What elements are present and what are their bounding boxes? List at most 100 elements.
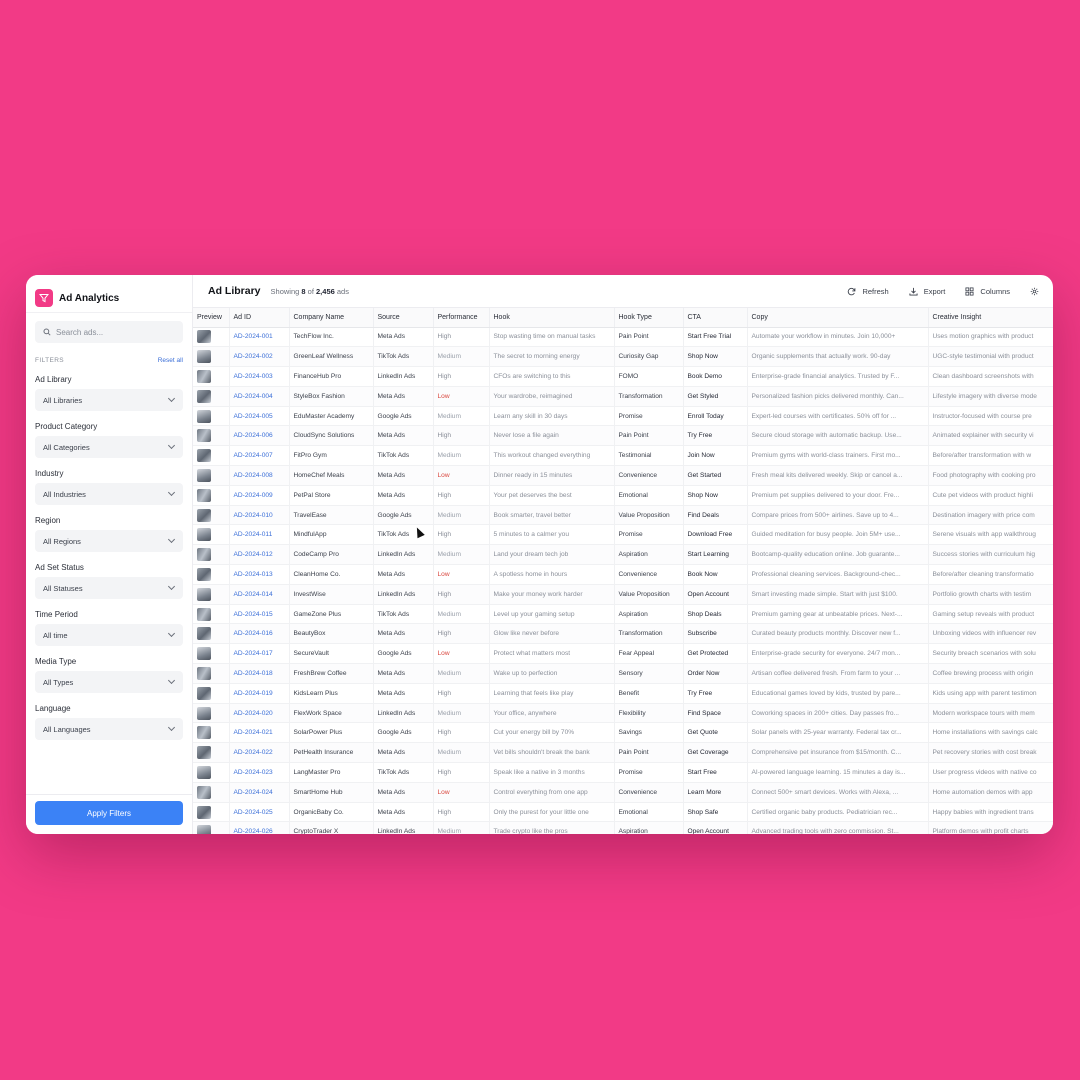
- ad-preview-thumbnail[interactable]: [197, 805, 211, 819]
- ad-preview-thumbnail[interactable]: [197, 627, 211, 641]
- ad-id-link[interactable]: AD-2024-022: [229, 742, 290, 764]
- ad-id-link[interactable]: AD-2024-026: [229, 821, 290, 834]
- filter-select[interactable]: All Industries: [35, 483, 183, 505]
- ad-preview-thumbnail[interactable]: [197, 369, 211, 383]
- filter-select[interactable]: All Categories: [35, 436, 183, 458]
- ad-id-link[interactable]: AD-2024-010: [229, 505, 290, 526]
- search-box[interactable]: [35, 321, 183, 343]
- ad-id-link[interactable]: AD-2024-015: [229, 604, 290, 625]
- preview-cell[interactable]: [193, 782, 230, 803]
- settings-button[interactable]: [1030, 287, 1039, 296]
- ad-id-link[interactable]: AD-2024-006: [229, 425, 290, 447]
- table-row[interactable]: AD-2024-016 BeautyBox Meta Ads High Glow lik…: [193, 623, 1053, 645]
- table-row[interactable]: AD-2024-025 OrganicBaby Co. Meta Ads High On…: [193, 802, 1053, 823]
- ad-preview-thumbnail[interactable]: [197, 488, 211, 502]
- preview-cell[interactable]: [193, 346, 230, 368]
- ad-preview-thumbnail[interactable]: [197, 765, 211, 779]
- column-header[interactable]: Hook Type: [614, 308, 684, 328]
- ad-id-link[interactable]: AD-2024-002: [229, 346, 290, 368]
- reset-all-link[interactable]: Reset all: [158, 357, 183, 364]
- export-button[interactable]: Export: [909, 287, 945, 296]
- table-row[interactable]: AD-2024-012 CodeCamp Pro LinkedIn Ads Mediu…: [193, 544, 1053, 566]
- table-row[interactable]: AD-2024-008 HomeChef Meals Meta Ads Low Dinn…: [193, 465, 1053, 486]
- column-header[interactable]: Creative Insight: [928, 308, 1053, 328]
- table-row[interactable]: AD-2024-003 FinanceHub Pro LinkedIn Ads Hig…: [193, 366, 1053, 387]
- table-row[interactable]: AD-2024-022 PetHealth Insurance Meta Ads Me…: [193, 742, 1053, 764]
- ad-preview-thumbnail[interactable]: [197, 706, 211, 720]
- preview-cell[interactable]: [193, 703, 230, 724]
- column-header[interactable]: Hook: [489, 308, 615, 328]
- table-row[interactable]: AD-2024-011 MindfulApp TikTok Ads High 5 min…: [193, 524, 1053, 546]
- ad-id-link[interactable]: AD-2024-016: [229, 623, 290, 645]
- preview-cell[interactable]: [193, 485, 230, 506]
- ad-preview-thumbnail[interactable]: [197, 409, 211, 423]
- preview-cell[interactable]: [193, 604, 230, 625]
- table-row[interactable]: AD-2024-023 LangMaster Pro TikTok Ads High S…: [193, 762, 1053, 783]
- ad-preview-thumbnail[interactable]: [197, 567, 211, 581]
- table-row[interactable]: AD-2024-017 SecureVault Google Ads Low Prote…: [193, 643, 1053, 665]
- ad-id-link[interactable]: AD-2024-014: [229, 584, 290, 605]
- ad-preview-thumbnail[interactable]: [197, 449, 211, 463]
- table-row[interactable]: AD-2024-004 StyleBox Fashion Meta Ads Low Yo…: [193, 386, 1053, 407]
- refresh-button[interactable]: Refresh: [847, 287, 889, 296]
- ad-id-link[interactable]: AD-2024-004: [229, 386, 290, 407]
- table-row[interactable]: AD-2024-018 FreshBrew Coffee Meta Ads Mediu…: [193, 663, 1053, 684]
- column-header[interactable]: Performance: [433, 308, 490, 328]
- table-row[interactable]: AD-2024-010 TravelEase Google Ads Medium Boo…: [193, 505, 1053, 526]
- ad-preview-thumbnail[interactable]: [197, 825, 211, 834]
- filter-select[interactable]: All Regions: [35, 530, 183, 552]
- ad-preview-thumbnail[interactable]: [197, 686, 211, 700]
- table-row[interactable]: AD-2024-001 TechFlow Inc. Meta Ads High Stop…: [193, 327, 1053, 348]
- preview-cell[interactable]: [193, 722, 230, 744]
- preview-cell[interactable]: [193, 683, 230, 704]
- column-header[interactable]: Copy: [747, 308, 929, 328]
- ad-id-link[interactable]: AD-2024-012: [229, 544, 290, 566]
- preview-cell[interactable]: [193, 406, 230, 427]
- filter-select[interactable]: All Types: [35, 671, 183, 693]
- preview-cell[interactable]: [193, 425, 230, 447]
- ad-id-link[interactable]: AD-2024-009: [229, 485, 290, 506]
- filter-select[interactable]: All Languages: [35, 718, 183, 740]
- ad-preview-thumbnail[interactable]: [197, 726, 211, 740]
- filter-select[interactable]: All Libraries: [35, 389, 183, 411]
- ad-preview-thumbnail[interactable]: [197, 607, 211, 621]
- preview-cell[interactable]: [193, 584, 230, 605]
- ad-preview-thumbnail[interactable]: [197, 587, 211, 601]
- preview-cell[interactable]: [193, 663, 230, 684]
- columns-button[interactable]: Columns: [965, 287, 1010, 296]
- ad-id-link[interactable]: AD-2024-021: [229, 722, 290, 744]
- ad-id-link[interactable]: AD-2024-001: [229, 327, 290, 348]
- ad-preview-thumbnail[interactable]: [197, 389, 211, 403]
- ad-id-link[interactable]: AD-2024-008: [229, 465, 290, 486]
- table-row[interactable]: AD-2024-026 CryptoTrader X LinkedIn Ads Med…: [193, 821, 1053, 834]
- table-row[interactable]: AD-2024-005 EduMaster Academy Google Ads Me…: [193, 406, 1053, 427]
- table-row[interactable]: AD-2024-006 CloudSync Solutions Meta Ads Hi…: [193, 425, 1053, 447]
- ad-id-link[interactable]: AD-2024-025: [229, 802, 290, 823]
- ad-id-link[interactable]: AD-2024-013: [229, 564, 290, 585]
- preview-cell[interactable]: [193, 643, 230, 665]
- ad-id-link[interactable]: AD-2024-019: [229, 683, 290, 704]
- ad-id-link[interactable]: AD-2024-007: [229, 445, 290, 467]
- table-row[interactable]: AD-2024-015 GameZone Plus TikTok Ads Medium…: [193, 604, 1053, 625]
- preview-cell[interactable]: [193, 821, 230, 834]
- preview-cell[interactable]: [193, 327, 230, 348]
- table-row[interactable]: AD-2024-020 FlexWork Space LinkedIn Ads Med…: [193, 703, 1053, 724]
- ad-preview-thumbnail[interactable]: [197, 468, 211, 482]
- table-row[interactable]: AD-2024-002 GreenLeaf Wellness TikTok Ads M…: [193, 346, 1053, 368]
- ads-table-container[interactable]: Preview Ad ID Company Name Source Performanc…: [193, 308, 1053, 834]
- search-input[interactable]: [56, 327, 166, 337]
- column-header[interactable]: CTA: [683, 308, 748, 328]
- ad-id-link[interactable]: AD-2024-011: [229, 524, 290, 546]
- preview-cell[interactable]: [193, 505, 230, 526]
- column-header[interactable]: Preview: [193, 308, 230, 328]
- preview-cell[interactable]: [193, 386, 230, 407]
- table-row[interactable]: AD-2024-013 CleanHome Co. Meta Ads Low A spo…: [193, 564, 1053, 585]
- column-header[interactable]: Ad ID: [229, 308, 290, 328]
- ad-id-link[interactable]: AD-2024-005: [229, 406, 290, 427]
- preview-cell[interactable]: [193, 742, 230, 764]
- ad-id-link[interactable]: AD-2024-020: [229, 703, 290, 724]
- ad-preview-thumbnail[interactable]: [197, 350, 211, 364]
- table-row[interactable]: AD-2024-019 KidsLearn Plus Meta Ads High Lea…: [193, 683, 1053, 704]
- table-row[interactable]: AD-2024-007 FitPro Gym TikTok Ads Medium Thi…: [193, 445, 1053, 467]
- ad-preview-thumbnail[interactable]: [197, 647, 211, 661]
